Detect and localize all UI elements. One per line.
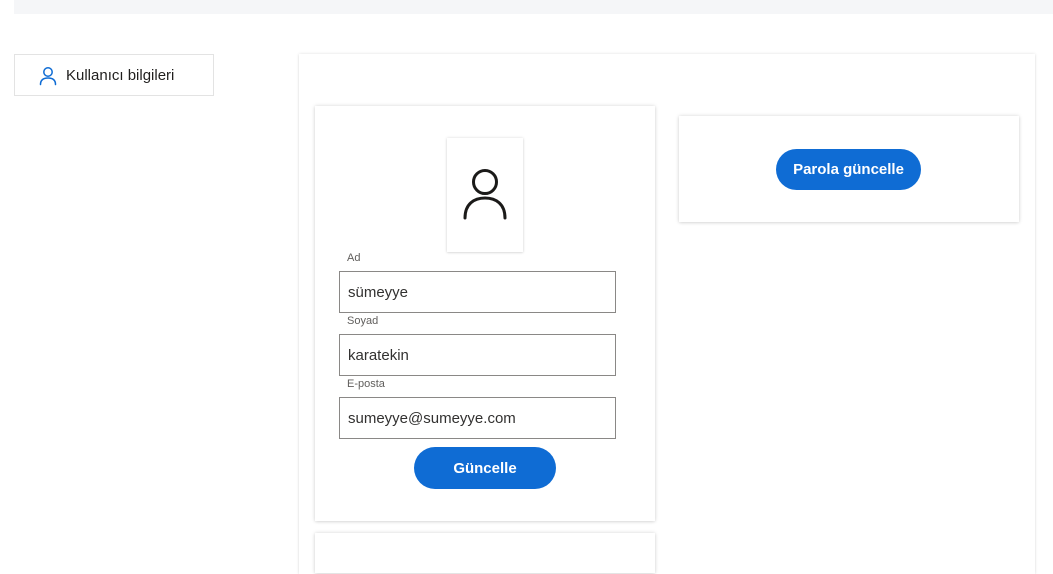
last-name-field[interactable] xyxy=(339,334,616,376)
person-icon xyxy=(463,169,507,220)
email-label: E-posta xyxy=(347,378,385,390)
sidebar-item-user-info[interactable]: Kullanıcı bilgileri xyxy=(14,54,214,96)
update-button[interactable]: Güncelle xyxy=(414,447,556,489)
sidebar-item-label: Kullanıcı bilgileri xyxy=(66,67,175,84)
person-icon xyxy=(39,67,57,86)
avatar[interactable] xyxy=(447,138,523,252)
first-name-field[interactable] xyxy=(339,271,616,313)
top-bar xyxy=(14,0,1053,14)
last-name-label: Soyad xyxy=(347,315,379,327)
secondary-card xyxy=(315,533,655,573)
first-name-label: Ad xyxy=(347,252,361,264)
email-field[interactable] xyxy=(339,397,616,439)
update-password-button[interactable]: Parola güncelle xyxy=(776,149,921,190)
